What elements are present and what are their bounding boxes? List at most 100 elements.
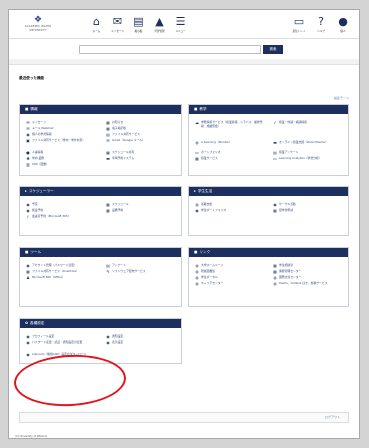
link-item[interactable]: ✉ メール Webmail — [26, 126, 53, 131]
panel-header: ■ 教学 — [189, 105, 348, 114]
panel-header: ■ ツール — [20, 248, 181, 257]
id-icon: ▭ — [195, 150, 199, 155]
link-item[interactable]: ◉ サークル活動 — [273, 202, 295, 207]
nav-mail[interactable]: ✉ メッセージ — [107, 15, 128, 33]
link-item[interactable]: ◍ キャリアセンター — [195, 281, 223, 286]
link-item[interactable]: ◉ 予定 — [26, 202, 37, 207]
panel-header: ▸ 学生生活 — [189, 187, 348, 196]
page-title: 最近使った機能 — [19, 76, 45, 80]
link-item[interactable]: ▦ 授業サービス — [195, 156, 218, 161]
link-item[interactable]: ▦ 学生相談室 — [273, 263, 293, 268]
link-item[interactable]: ◉ 表示設定 — [106, 340, 123, 345]
globe-icon: ◍ — [195, 275, 199, 280]
search-input[interactable] — [79, 45, 261, 54]
person-icon: ◉ — [106, 334, 110, 339]
nav-menu[interactable]: ☰ メニュー — [170, 15, 191, 33]
graduation-cap-icon: ▲ — [155, 14, 164, 28]
link-item[interactable]: ▦ ファイル共有サービス（OneDrive） — [26, 269, 79, 274]
panel-education: ■ 教学 ☁ 学務情報サービス（授業情報、シラバス、履修登録、成績照会） ◍ e-Le… — [188, 104, 349, 176]
link-item[interactable]: ✓ 授業・休講・補講情報 — [273, 120, 345, 125]
link-item[interactable]: ▦ スケジュール — [106, 202, 128, 207]
link-item[interactable]: ● 人事情報 — [26, 150, 43, 155]
link-item[interactable]: ◉ 通知設定 — [106, 334, 123, 339]
grid-icon: ▦ — [26, 269, 30, 274]
logo-subtext: UNIVERSITY — [29, 28, 47, 32]
link-item[interactable]: ▤ アンケート — [106, 263, 126, 268]
link-item[interactable]: ▭ Learning Analytics（学習分析） — [273, 156, 345, 161]
monitor-icon: ▭ — [273, 156, 277, 161]
link-item[interactable]: ✉ Gmail（Google メール） — [106, 138, 145, 143]
copyright: (C) University of Wisdom — [15, 435, 48, 438]
link-item[interactable]: ▤ ファイル共有サービス — [106, 132, 140, 137]
link-item[interactable]: ✎ ソフトウェア配布サービス — [106, 269, 145, 274]
link-item[interactable]: ▦ お知らせ — [106, 120, 123, 125]
link-item[interactable]: ♣ 学内 業務 — [26, 156, 44, 161]
calendar-icon: ▦ — [106, 202, 110, 207]
link-item[interactable]: ◉ アカウント管理（パスワード変更） — [26, 263, 77, 268]
link-item[interactable]: ◍ 附属図書館 — [195, 269, 215, 274]
calendar-icon: ▦ — [106, 150, 110, 155]
grid-icon: ■ — [194, 107, 198, 111]
home-icon: ⌂ — [93, 14, 100, 28]
link-item[interactable]: ▭ ポートフォリオ — [195, 150, 220, 155]
folder-icon: ▤ — [106, 132, 110, 137]
logo[interactable]: ❖ ACADEMIC WATER UNIVERSITY — [14, 16, 62, 32]
link-item[interactable]: ◉ プロフィール設定 — [26, 334, 54, 339]
board-icon: ▤ — [133, 14, 144, 28]
link-item[interactable]: ♟ Microsoft 365（Office） — [26, 275, 65, 280]
link-item[interactable]: ▦ 奨学金申請 — [273, 208, 293, 213]
grid-icon: ▦ — [195, 156, 199, 161]
doc-icon: ▤ — [273, 150, 277, 155]
link-item[interactable]: ◉ 個人の学習情報 — [26, 132, 51, 137]
link-item[interactable]: ▦ 電子掲示板 — [106, 126, 126, 131]
link-item[interactable]: ◉ 施設予約 — [26, 208, 43, 213]
link-item[interactable]: ▬ オンライン授業支援（Zoom/Teams） — [273, 140, 345, 145]
card-icon: ▬ — [273, 140, 277, 145]
link-item[interactable]: ▦ スケジュール共有 — [106, 150, 134, 155]
main-nav: ⌂ ホーム ✉ メッセージ ▤ 掲示板 ▲ 学習管理 ☰ メニュー — [86, 14, 191, 33]
link-item[interactable]: ▦ 設備予約 — [106, 208, 123, 213]
nav-user[interactable]: ● 個人 — [332, 15, 354, 33]
link-item[interactable]: ◍ 就職支援 — [195, 202, 212, 207]
link-item[interactable]: ◍ 大学ホームページ — [195, 263, 223, 268]
panel-header: ▸ スケジューラー — [20, 187, 181, 196]
person-icon: ◉ — [26, 202, 30, 207]
panel-student-life: ▸ 学生生活 ◍ 就職支援 ◉ 学生ポートフォリオ ◉ サークル活動 ▦ 奨学金申請 — [188, 186, 349, 236]
link-item[interactable]: ▤ 授業アンケート — [273, 150, 298, 155]
grid-icon: ■ — [25, 250, 29, 254]
link-item[interactable]: ◍ Teams、Outlook ほか、各種サービス — [273, 281, 345, 286]
nav-learning[interactable]: ▲ 学習管理 — [149, 14, 170, 33]
link-item[interactable]: ◍ 国際交流センター — [273, 275, 301, 280]
link-item[interactable]: ◍ e-Learning（Moodle） — [195, 140, 231, 145]
link-item[interactable]: ☁ 学務情報サービス（授業情報、シラバス、履修登録、成績照会） — [195, 120, 267, 128]
link-item[interactable]: ✓ 会議室予約（Microsoft 365） — [26, 214, 70, 219]
nav-help[interactable]: ? ヘルプ — [310, 15, 332, 33]
grid-icon: ▦ — [273, 208, 277, 213]
link-item[interactable]: ✉ メッセージ — [26, 120, 46, 125]
link-item[interactable]: ▬ 車両予約システム — [106, 156, 134, 161]
panel-scheduler: ▸ スケジューラー ◉ 予定 ◉ 施設予約 ✓ 会議室予約（Microsoft 365）… — [19, 186, 182, 236]
globe-icon: ◍ — [195, 269, 199, 274]
cloud-icon: ☁ — [195, 120, 199, 125]
link-item[interactable]: ◉ 学生ポートフォリオ — [195, 208, 226, 213]
link-item[interactable]: ▦ 保健管理センター — [273, 269, 301, 274]
link-item[interactable]: ▥ CRS（図書） — [26, 162, 49, 167]
right-nav: ▭ 受信トレイ ? ヘルプ ● 個人 — [288, 15, 354, 33]
link-item[interactable]: ◉ パスワード変更・認証・通知設定の変更 — [26, 340, 100, 345]
user-icon: ● — [26, 150, 30, 155]
logout-link[interactable]: ログアウト — [325, 415, 340, 419]
link-item[interactable]: ▣ ファイル共有サービス（学内・学外共有） — [26, 138, 100, 143]
person-icon: ◉ — [26, 263, 30, 268]
search-bar: 検索 — [79, 45, 359, 59]
globe-icon: ◍ — [195, 263, 199, 268]
file-icon: ▣ — [26, 138, 30, 143]
search-button[interactable]: 検索 — [263, 45, 283, 54]
nav-board[interactable]: ▤ 掲示板 — [128, 14, 149, 33]
nav-home[interactable]: ⌂ ホーム — [86, 14, 107, 33]
link-item[interactable]: ◍ 学生ポータル — [195, 275, 218, 280]
edit-mode-link[interactable]: 編集モード — [334, 96, 349, 100]
nav-inbox[interactable]: ▭ 受信トレイ — [288, 15, 310, 33]
check-icon: ✓ — [273, 120, 277, 125]
divider-bar — [9, 59, 359, 65]
panel-header: ■ リンク — [189, 248, 348, 257]
